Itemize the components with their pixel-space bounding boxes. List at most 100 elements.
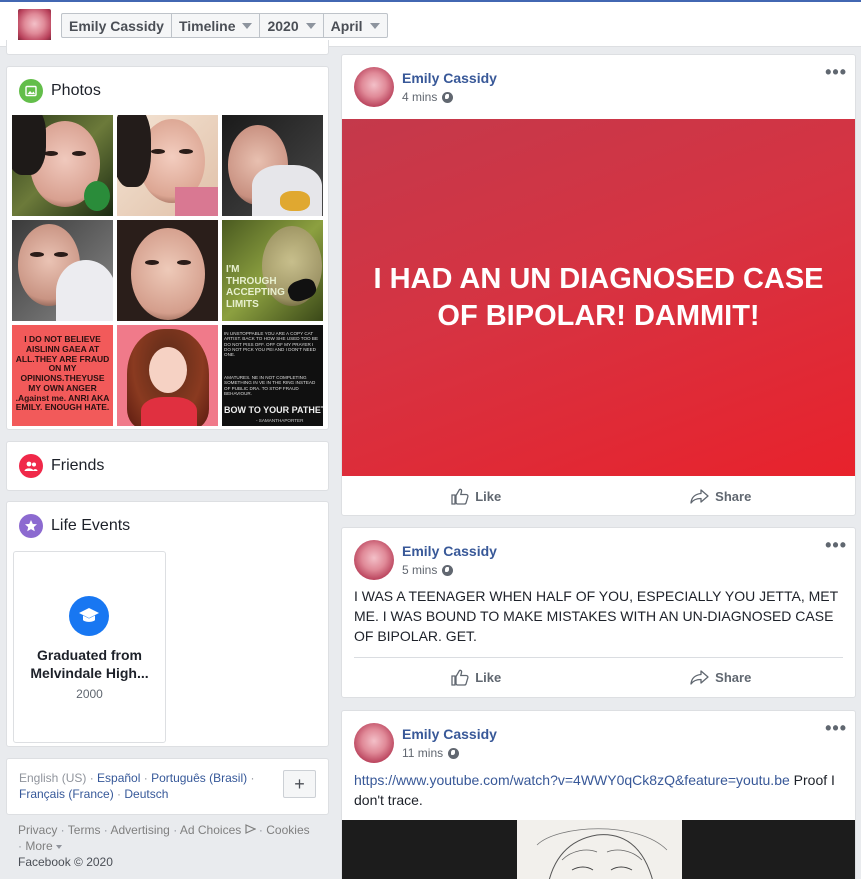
- star-icon: [19, 514, 43, 538]
- friends-title: Friends: [51, 457, 105, 474]
- terms-link[interactable]: Terms: [68, 823, 101, 837]
- profile-avatar[interactable]: [18, 9, 51, 42]
- caret-down-icon: [305, 22, 316, 29]
- post-author-avatar[interactable]: [354, 723, 394, 763]
- globe-icon: [442, 91, 454, 103]
- timeline-breadcrumb: Emily Cassidy Timeline 2020 April: [61, 13, 388, 38]
- photo-thumbnail[interactable]: IN UNSTOPPABLE YOU ARE A COPY CAT ARTIST…: [222, 325, 323, 426]
- life-events-card: Life Events Graduated from Melvindale Hi…: [6, 501, 329, 747]
- more-options-icon[interactable]: •••: [825, 63, 847, 81]
- language-link[interactable]: Português (Brasil): [151, 771, 247, 785]
- intro-card-bottom: [6, 40, 329, 55]
- language-link[interactable]: Español: [97, 771, 140, 785]
- post-image[interactable]: [342, 820, 855, 879]
- photos-icon: [19, 79, 43, 103]
- feed-post: Emily Cassidy 5 mins ••• I WAS A TEENAGE…: [341, 527, 856, 698]
- life-event-year: 2000: [76, 687, 103, 701]
- friends-icon: [19, 454, 43, 478]
- photo-thumbnail[interactable]: [117, 115, 218, 216]
- more-link[interactable]: More: [25, 839, 52, 853]
- post-link[interactable]: https://www.youtube.com/watch?v=4WWY0qCk…: [354, 772, 790, 788]
- profile-name-link[interactable]: Emily Cassidy: [62, 14, 172, 37]
- post-time-label: 5 mins: [402, 563, 438, 577]
- photo-thumbnail[interactable]: [12, 115, 113, 216]
- share-label: Share: [715, 670, 752, 685]
- photo-thumbnail[interactable]: I'M THROUGH ACCEPTING LIMITS: [222, 220, 323, 321]
- ad-choices-icon: [244, 824, 257, 834]
- caret-down-icon: [369, 22, 380, 29]
- globe-icon: [448, 747, 460, 759]
- cookies-link[interactable]: Cookies: [266, 823, 309, 837]
- post-author-avatar[interactable]: [354, 67, 394, 107]
- photo-thumbnail[interactable]: [117, 220, 218, 321]
- language-selector-card: English (US) · Español · Português (Bras…: [6, 758, 329, 815]
- feed-post: Emily Cassidy 11 mins ••• https://www.yo…: [341, 710, 856, 879]
- life-events-title: Life Events: [51, 517, 131, 534]
- thumbs-up-icon: [451, 488, 469, 505]
- add-language-button[interactable]: +: [283, 770, 316, 798]
- year-dropdown-label: 2020: [267, 17, 299, 34]
- advertising-link[interactable]: Advertising: [110, 823, 169, 837]
- ad-choices-link[interactable]: Ad Choices: [180, 823, 241, 837]
- post-author-avatar[interactable]: [354, 540, 394, 580]
- share-arrow-icon: [690, 488, 709, 504]
- photo-caption: IN UNSTOPPABLE YOU ARE A COPY CAT ARTIST…: [224, 331, 319, 358]
- language-list: English (US) · Español · Português (Bras…: [19, 771, 255, 801]
- post-time-label: 11 mins: [402, 746, 444, 760]
- post-actions: Like Share: [354, 657, 843, 697]
- photo-caption: I DO NOT BELIEVE AISLINN GAEA AT ALL.THE…: [15, 334, 110, 413]
- language-link[interactable]: Français (France): [19, 787, 114, 801]
- photos-card: Photos I'M THROUGH ACCEPTING LIMITS I DO…: [6, 66, 329, 430]
- current-language: English (US): [19, 771, 87, 785]
- more-options-icon[interactable]: •••: [825, 536, 847, 554]
- footer-links: Privacy · Terms · Advertising · Ad Choic…: [18, 823, 310, 869]
- language-link[interactable]: Deutsch: [124, 787, 168, 801]
- timeline-dropdown-label: Timeline: [178, 17, 236, 34]
- post-timestamp[interactable]: 5 mins: [402, 563, 454, 577]
- share-button[interactable]: Share: [599, 476, 844, 516]
- privacy-link[interactable]: Privacy: [18, 823, 57, 837]
- like-label: Like: [475, 488, 502, 504]
- timeline-dropdown[interactable]: Timeline: [172, 14, 261, 37]
- month-dropdown-label: April: [330, 17, 363, 34]
- photo-thumbnail[interactable]: I DO NOT BELIEVE AISLINN GAEA AT ALL.THE…: [12, 325, 113, 426]
- photo-thumbnail[interactable]: [12, 220, 113, 321]
- graduation-cap-icon: [69, 596, 109, 636]
- photo-grid: I'M THROUGH ACCEPTING LIMITS I DO NOT BE…: [12, 115, 323, 426]
- post-text: I WAS A TEENAGER WHEN HALF OF YOU, ESPEC…: [354, 588, 838, 644]
- photo-caption: BOW TO YOUR PATHET: [224, 405, 323, 415]
- photos-title: Photos: [51, 82, 101, 99]
- photo-caption: - SAMANTHAPORTER: [256, 418, 304, 423]
- year-dropdown[interactable]: 2020: [260, 14, 324, 37]
- post-author-name[interactable]: Emily Cassidy: [402, 70, 497, 86]
- share-button[interactable]: Share: [599, 658, 844, 697]
- life-events-header[interactable]: Life Events: [19, 514, 130, 538]
- like-button[interactable]: Like: [354, 658, 599, 697]
- thumbs-up-icon: [451, 669, 469, 686]
- share-label: Share: [715, 488, 752, 504]
- post-status-banner: I HAD AN UN DIAGNOSED CASE OF BIPOLAR! D…: [342, 119, 855, 476]
- caret-down-icon: [55, 844, 62, 849]
- caret-down-icon: [242, 22, 253, 29]
- post-text: https://www.youtube.com/watch?v=4WWY0qCk…: [354, 770, 843, 810]
- like-button[interactable]: Like: [354, 476, 599, 516]
- post-actions: Like Share: [354, 476, 843, 516]
- share-arrow-icon: [690, 670, 709, 685]
- copyright: Facebook © 2020: [18, 855, 113, 869]
- post-author-name[interactable]: Emily Cassidy: [402, 543, 497, 559]
- photos-header[interactable]: Photos: [19, 79, 101, 103]
- post-timestamp[interactable]: 4 mins: [402, 90, 454, 104]
- photo-caption: I'M THROUGH ACCEPTING LIMITS: [226, 264, 285, 310]
- photo-thumbnail[interactable]: [117, 325, 218, 426]
- more-options-icon[interactable]: •••: [825, 719, 847, 737]
- photo-thumbnail[interactable]: [222, 115, 323, 216]
- post-author-name[interactable]: Emily Cassidy: [402, 726, 497, 742]
- friends-card: Friends: [6, 441, 329, 491]
- post-timestamp[interactable]: 11 mins: [402, 746, 460, 760]
- globe-icon: [442, 564, 454, 576]
- life-event-title: Graduated from Melvindale High...: [30, 647, 149, 681]
- banner-text: I HAD AN UN DIAGNOSED CASE OF BIPOLAR! D…: [373, 262, 824, 332]
- life-event-item[interactable]: Graduated from Melvindale High... 2000: [13, 551, 166, 743]
- month-dropdown[interactable]: April: [324, 14, 387, 37]
- friends-header[interactable]: Friends: [19, 454, 104, 478]
